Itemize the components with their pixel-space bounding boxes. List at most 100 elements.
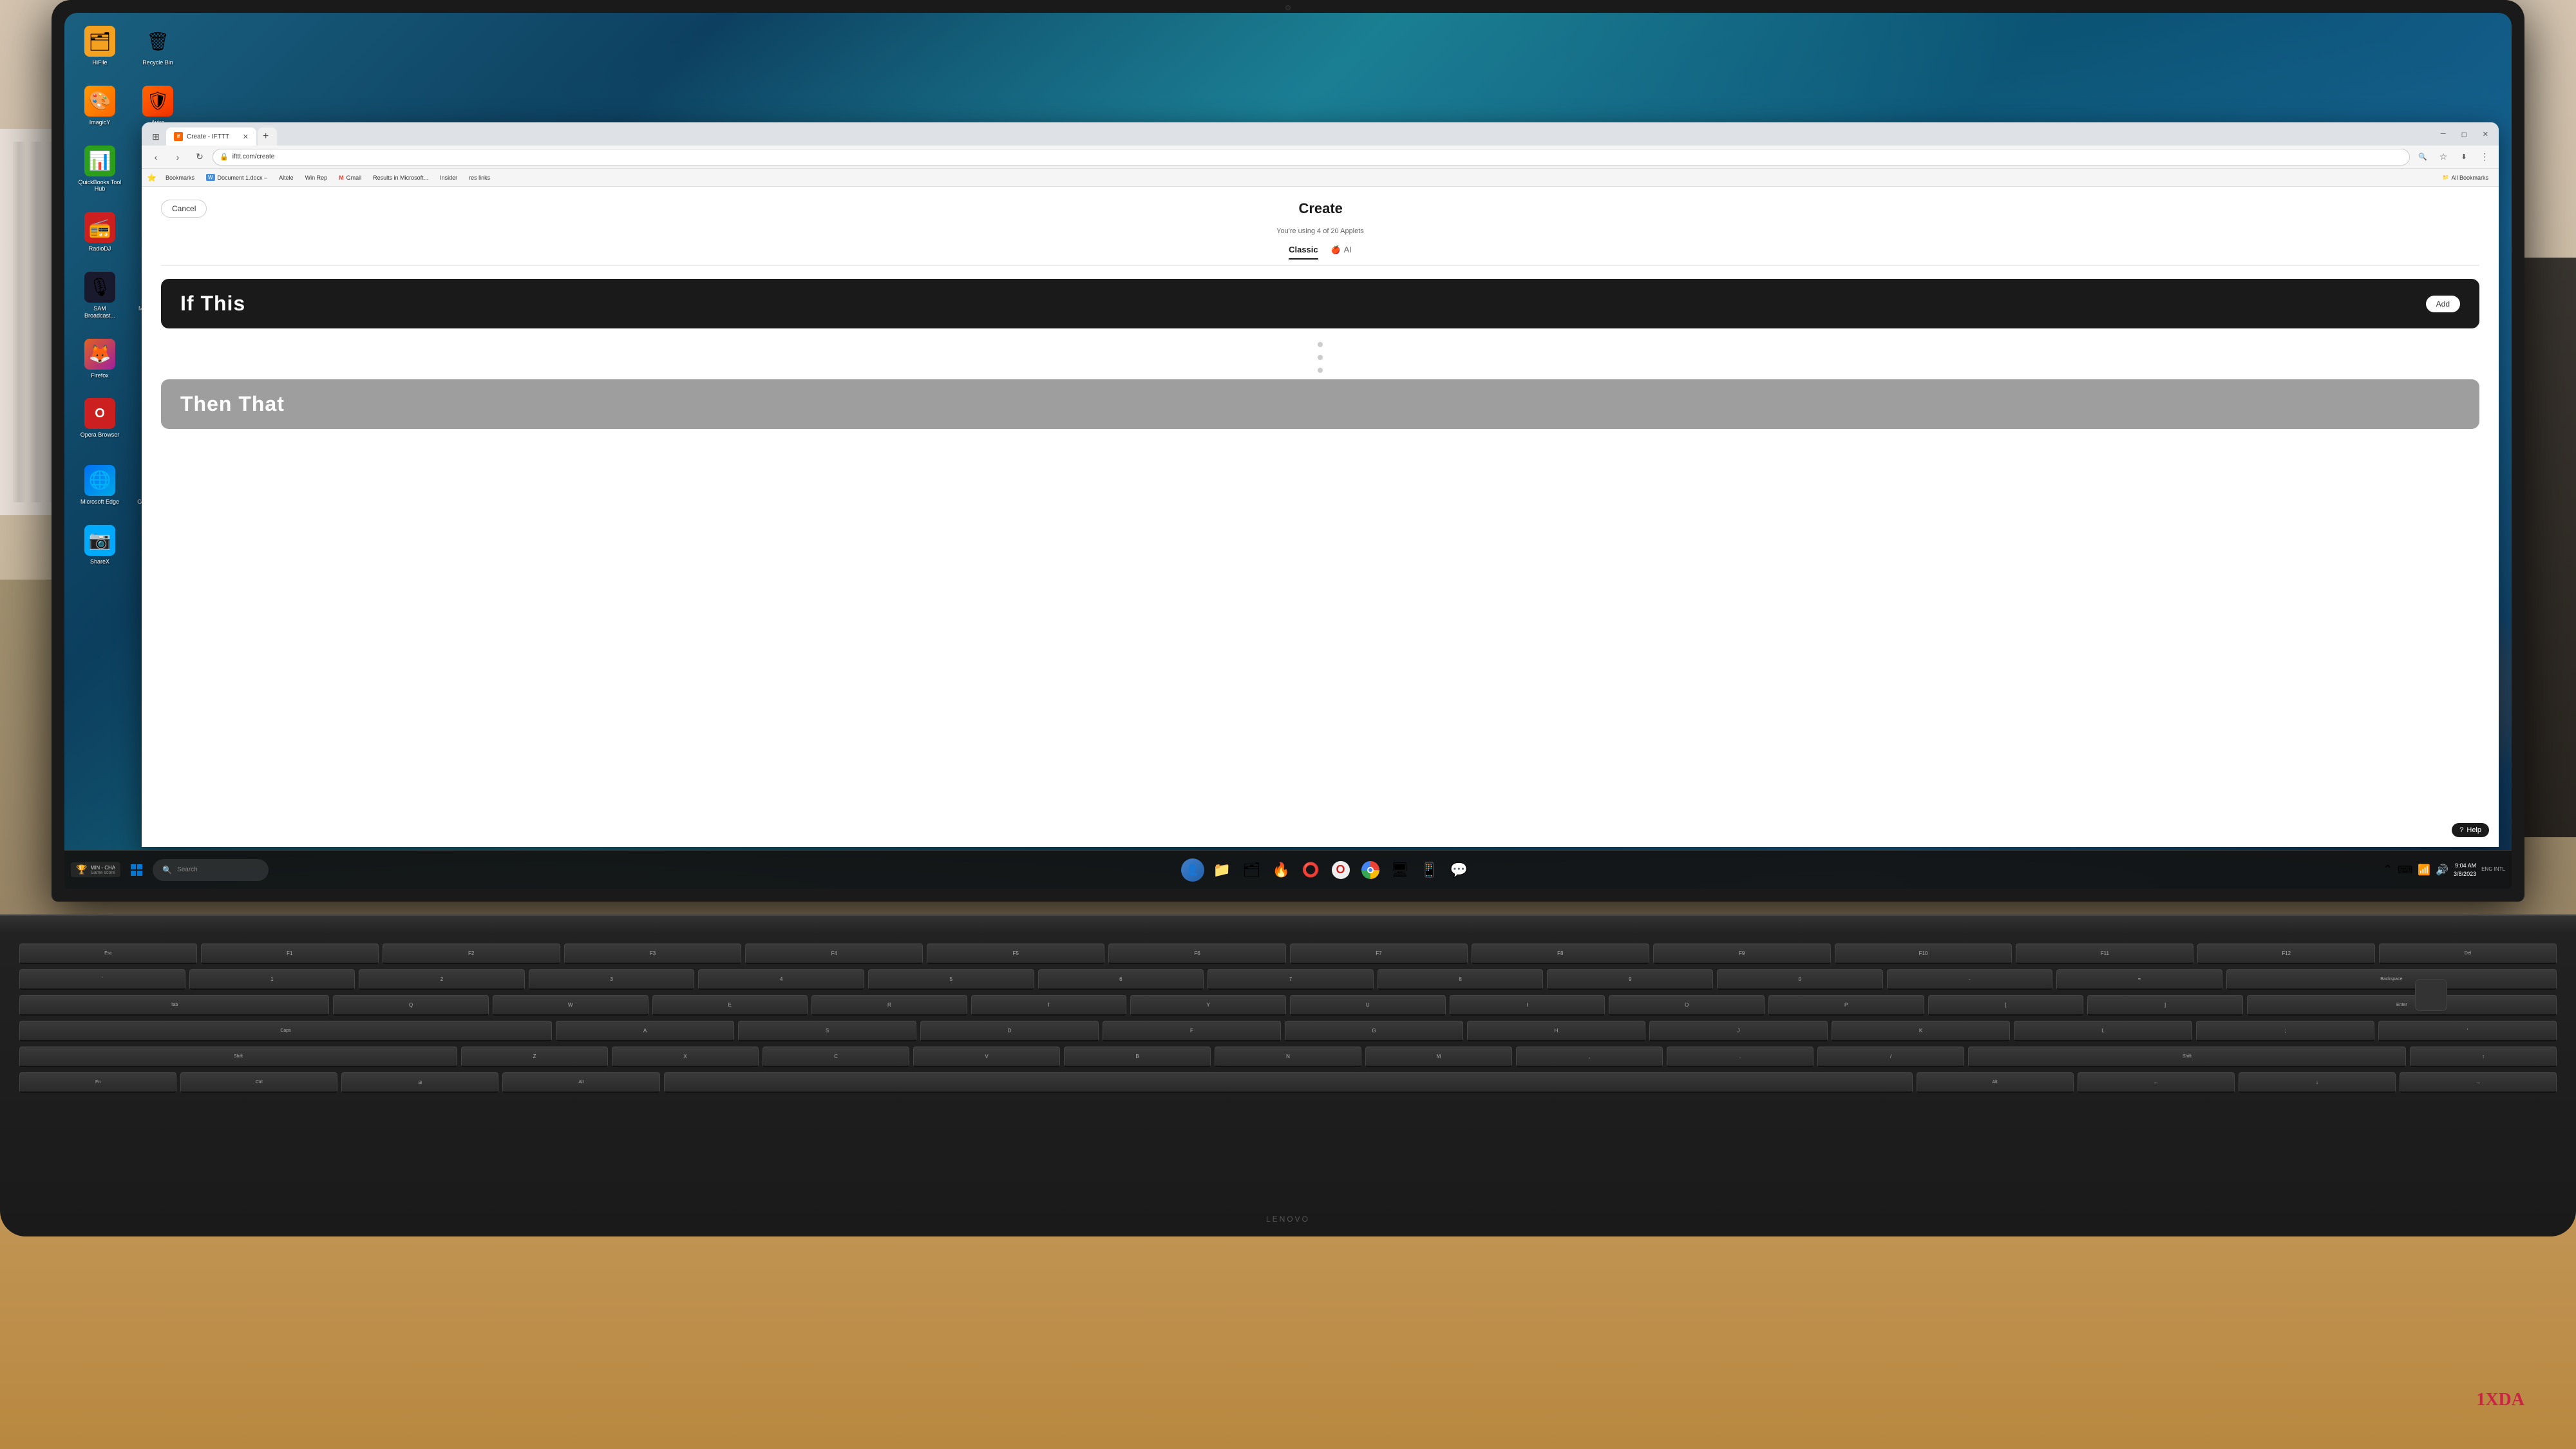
key-2[interactable]: 2 [359, 969, 525, 990]
back-button[interactable]: ‹ [147, 148, 165, 166]
key-s[interactable]: S [738, 1021, 916, 1041]
key-5[interactable]: 5 [868, 969, 1034, 990]
key-8[interactable]: 8 [1378, 969, 1544, 990]
tray-chevron[interactable]: ⌃ [2383, 863, 2392, 876]
key-f2[interactable]: F2 [383, 943, 560, 964]
taskbar-monitor[interactable]: 🖥 [1387, 857, 1414, 884]
key-lshift[interactable]: Shift [19, 1046, 457, 1067]
taskbar-whatsapp[interactable]: 💬 [1446, 857, 1473, 884]
key-f1[interactable]: F1 [201, 943, 379, 964]
forward-button[interactable]: › [169, 148, 187, 166]
key-c[interactable]: C [762, 1046, 909, 1067]
key-7[interactable]: 7 [1208, 969, 1374, 990]
key-n[interactable]: N [1215, 1046, 1361, 1067]
key-j[interactable]: J [1649, 1021, 1828, 1041]
add-button[interactable]: Add [2426, 296, 2460, 312]
key-t[interactable]: T [971, 995, 1127, 1016]
taskbar-circle[interactable]: ⭕ [1298, 857, 1325, 884]
if-this-block[interactable]: If This Add [161, 279, 2479, 328]
tab-ai[interactable]: 🍎 AI [1331, 245, 1352, 260]
key-f11[interactable]: F11 [2016, 943, 2193, 964]
desktop-icon-opera[interactable]: O Opera Browser [77, 398, 122, 446]
bookmark-winrep[interactable]: Win Rep [300, 173, 333, 182]
key-f10[interactable]: F10 [1835, 943, 2012, 964]
key-q[interactable]: Q [333, 995, 489, 1016]
key-v[interactable]: V [913, 1046, 1060, 1067]
key-minus[interactable]: - [1887, 969, 2053, 990]
desktop-icon-sharex[interactable]: 📷 ShareX [77, 525, 122, 565]
bookmark-doc[interactable]: W Document 1.docx – [201, 173, 272, 182]
key-enter[interactable]: Enter [2247, 995, 2557, 1016]
taskbar-user-icon[interactable]: 👤 [1179, 857, 1206, 884]
bookmark-gmail[interactable]: M Gmail [334, 173, 366, 182]
desktop-icon-avast[interactable]: 🛡 Avira [135, 86, 180, 126]
key-1[interactable]: 1 [189, 969, 355, 990]
key-f12[interactable]: F12 [2197, 943, 2375, 964]
bookmark-insider[interactable]: Insider [435, 173, 462, 182]
bookmark-res[interactable]: res links [464, 173, 495, 182]
key-a[interactable]: A [556, 1021, 734, 1041]
key-3[interactable]: 3 [529, 969, 695, 990]
key-down[interactable]: ↓ [2239, 1072, 2396, 1093]
taskbar-explorer[interactable]: 📁 [1209, 857, 1236, 884]
desktop-icon-firefox[interactable]: 🦊 Firefox [77, 339, 122, 379]
desktop-icon-recycle[interactable]: 🗑 Recycle Bin [135, 26, 180, 66]
tab-classic[interactable]: Classic [1289, 245, 1318, 260]
win-score-widget[interactable]: 🏆 MIN - CHA Game score [71, 862, 120, 877]
key-f9[interactable]: F9 [1653, 943, 1831, 964]
system-clock[interactable]: 9:04 AM 3/8/2023 [2454, 862, 2476, 878]
key-y[interactable]: Y [1130, 995, 1286, 1016]
key-semicolon[interactable]: ; [2196, 1021, 2374, 1041]
key-4[interactable]: 4 [698, 969, 864, 990]
key-altgr[interactable]: Alt [1917, 1072, 2074, 1093]
key-g[interactable]: G [1285, 1021, 1463, 1041]
key-del[interactable]: Del [2379, 943, 2557, 964]
key-f[interactable]: F [1103, 1021, 1281, 1041]
key-space[interactable] [664, 1072, 1913, 1093]
start-button[interactable] [124, 857, 149, 883]
key-backspace[interactable]: Backspace [2226, 969, 2557, 990]
key-h[interactable]: H [1467, 1021, 1645, 1041]
minimize-btn[interactable]: ─ [2436, 128, 2451, 140]
cancel-button[interactable]: Cancel [161, 200, 207, 218]
help-button[interactable]: ? Help [2452, 823, 2489, 837]
key-u[interactable]: U [1290, 995, 1446, 1016]
address-bar[interactable]: 🔒 ifttt.com/create [213, 149, 2410, 166]
key-lbracket[interactable]: [ [1928, 995, 2084, 1016]
key-alt[interactable]: Alt [502, 1072, 659, 1093]
key-rshift[interactable]: Shift [1968, 1046, 2406, 1067]
desktop-icon-imagic[interactable]: 🎨 ImagicY [77, 86, 122, 126]
key-f6[interactable]: F6 [1108, 943, 1286, 964]
tab-ifttt[interactable]: if Create - IFTTT ✕ [166, 128, 256, 146]
key-9[interactable]: 9 [1547, 969, 1713, 990]
bookmark-bookmarks[interactable]: Bookmarks [160, 173, 200, 182]
key-capslock[interactable]: Caps [19, 1021, 552, 1041]
key-f5[interactable]: F5 [927, 943, 1104, 964]
desktop-icon-quickbooks[interactable]: 📊 QuickBooks Tool Hub [77, 146, 122, 193]
taskbar-phone[interactable]: 📱 [1416, 857, 1443, 884]
tab-new[interactable]: + [258, 128, 277, 146]
download-icon[interactable]: ⬇ [2455, 148, 2473, 166]
desktop-icon-msedge2[interactable]: 🌐 Microsoft Edge [77, 465, 122, 506]
key-f7[interactable]: F7 [1290, 943, 1468, 964]
taskbar-search[interactable]: 🔍 Search [153, 859, 269, 881]
key-equals[interactable]: = [2056, 969, 2222, 990]
volume-icon[interactable]: 🔊 [2436, 864, 2448, 876]
key-m[interactable]: M [1365, 1046, 1512, 1067]
refresh-button[interactable]: ↻ [191, 148, 209, 166]
close-btn[interactable]: ✕ [2477, 128, 2494, 141]
grid-icon[interactable]: ⊞ [147, 128, 165, 146]
bookmark-altele[interactable]: Altele [274, 173, 299, 182]
taskbar-fire[interactable]: 🔥 [1268, 857, 1295, 884]
key-l[interactable]: L [2014, 1021, 2192, 1041]
key-b[interactable]: B [1064, 1046, 1211, 1067]
key-up[interactable]: ↑ [2410, 1046, 2557, 1067]
key-esc[interactable]: Esc [19, 943, 197, 964]
key-0[interactable]: 0 [1717, 969, 1883, 990]
desktop-icon-hifile[interactable]: 🗂 HiFile [77, 26, 122, 66]
key-fn[interactable]: Fn [19, 1072, 176, 1093]
key-slash[interactable]: / [1817, 1046, 1964, 1067]
key-f3[interactable]: F3 [564, 943, 742, 964]
then-that-block[interactable]: Then That [161, 379, 2479, 429]
key-w[interactable]: W [493, 995, 649, 1016]
